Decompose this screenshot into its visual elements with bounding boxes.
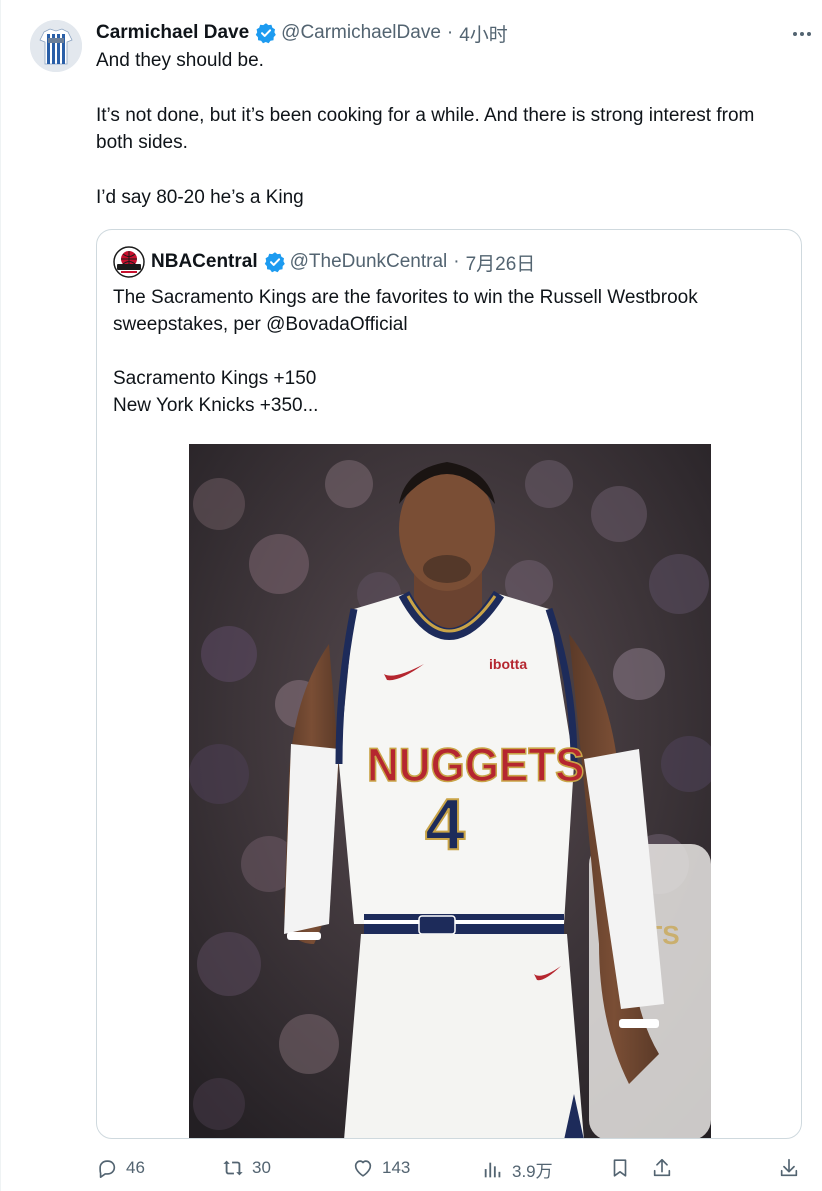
share-icon — [653, 1158, 671, 1177]
tweet-timestamp[interactable]: 4小时 — [459, 20, 508, 47]
tweet-line: I’d say 80-20 he’s a King — [96, 187, 304, 208]
reply-icon — [99, 1160, 116, 1178]
quoted-header-separator: · — [453, 251, 460, 272]
like-count: 143 — [382, 1158, 411, 1177]
tweet-line: And they should be. — [96, 50, 264, 71]
more-icon[interactable] — [790, 22, 814, 46]
views-icon — [484, 1162, 501, 1177]
tweet-header: Carmichael Dave @CarmichaelDave · 4小时 — [96, 16, 806, 50]
download-icon — [780, 1158, 798, 1177]
verified-badge-icon — [255, 22, 277, 44]
quoted-tweet-photo[interactable]: ETS ibotta — [189, 444, 711, 1138]
repost-icon — [223, 1160, 243, 1176]
jersey-wordmark: NUGGETS — [367, 738, 585, 791]
tweet-line: It’s not done, but it’s been cooking for… — [96, 105, 755, 153]
quoted-timestamp[interactable]: 7月26日 — [466, 249, 536, 276]
bookmark-icon — [613, 1159, 627, 1177]
verified-badge-icon — [264, 251, 286, 273]
header-separator: · — [446, 22, 454, 43]
bookmark-button[interactable] — [609, 1157, 631, 1179]
quoted-tweet-header: NBACentral @TheDunkCentral · 7月26日 — [113, 244, 535, 280]
reply-count: 46 — [126, 1158, 145, 1177]
tweet-actions: 46 30 143 3.9万 — [96, 1157, 806, 1183]
quoted-line: New York Knicks +350... — [113, 395, 319, 416]
repost-button[interactable]: 30 — [222, 1157, 271, 1179]
like-button[interactable]: 143 — [352, 1157, 410, 1179]
timeline-border — [0, 0, 1, 1191]
quoted-line: The Sacramento Kings are the favorites t… — [113, 287, 698, 335]
share-button[interactable] — [651, 1157, 673, 1179]
like-icon — [354, 1160, 372, 1177]
views-count: 3.9万 — [512, 1162, 553, 1181]
quoted-line: Sacramento Kings +150 — [113, 368, 317, 389]
author-avatar[interactable] — [30, 20, 82, 72]
jersey-number: 4 — [425, 785, 465, 865]
reply-button[interactable]: 46 — [96, 1157, 145, 1179]
download-button[interactable] — [778, 1157, 800, 1179]
quoted-author-handle[interactable]: @TheDunkCentral — [290, 251, 448, 273]
author-name[interactable]: Carmichael Dave — [96, 22, 249, 44]
quoted-tweet-text: The Sacramento Kings are the favorites t… — [113, 284, 785, 419]
author-handle[interactable]: @CarmichaelDave — [281, 22, 441, 44]
quoted-author-name[interactable]: NBACentral — [151, 251, 258, 273]
quoted-author-avatar[interactable] — [113, 246, 145, 278]
views-button[interactable]: 3.9万 — [482, 1157, 553, 1182]
jersey-sponsor: ibotta — [489, 656, 527, 672]
repost-count: 30 — [252, 1158, 271, 1177]
quoted-tweet[interactable]: NBACentral @TheDunkCentral · 7月26日 The S… — [96, 229, 802, 1139]
tweet-text: And they should be. It’s not done, but i… — [96, 47, 806, 211]
